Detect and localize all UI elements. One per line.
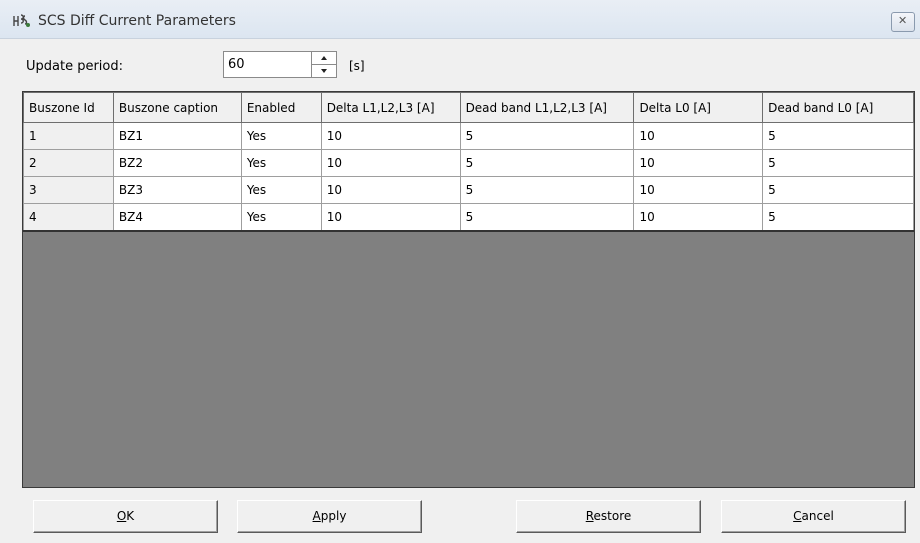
cancel-accel: C bbox=[793, 509, 802, 523]
table-cell[interactable]: 5 bbox=[459, 203, 635, 232]
update-period-spinner[interactable] bbox=[311, 51, 337, 78]
restore-accel: R bbox=[585, 509, 594, 523]
table-cell[interactable]: 10 bbox=[633, 149, 764, 177]
close-button[interactable]: ✕ bbox=[891, 12, 915, 32]
title-bar: SCS Diff Current Parameters ✕ bbox=[0, 0, 920, 39]
table-cell[interactable]: 5 bbox=[459, 149, 635, 177]
restore-button[interactable]: Restore bbox=[516, 500, 701, 533]
spin-up-arrow-icon[interactable] bbox=[312, 52, 336, 65]
table-cell[interactable]: 5 bbox=[459, 176, 635, 204]
update-period-unit: [s] bbox=[349, 59, 365, 73]
table-cell[interactable]: 5 bbox=[762, 176, 914, 204]
ok-button[interactable]: OK bbox=[33, 500, 218, 533]
table-cell[interactable]: BZ4 bbox=[112, 203, 242, 232]
column-header[interactable]: Delta L1,L2,L3 [A] bbox=[320, 92, 461, 123]
table-row[interactable]: 3 BZ3 Yes 10 5 10 5 bbox=[23, 176, 914, 204]
table-cell[interactable]: BZ3 bbox=[112, 176, 242, 204]
window-title: SCS Diff Current Parameters bbox=[38, 13, 236, 29]
table-cell[interactable]: 10 bbox=[633, 176, 764, 204]
table-header-row: Buszone Id Buszone caption Enabled Delta… bbox=[23, 92, 914, 123]
table-cell[interactable]: 5 bbox=[459, 122, 635, 150]
column-header[interactable]: Buszone Id bbox=[23, 92, 114, 123]
apply-label: pply bbox=[320, 509, 347, 523]
column-header[interactable]: Dead band L1,L2,L3 [A] bbox=[459, 92, 635, 123]
table-cell[interactable]: Yes bbox=[240, 203, 322, 232]
cancel-label: ancel bbox=[801, 509, 834, 523]
update-period-label: Update period: bbox=[26, 59, 124, 74]
column-header[interactable]: Enabled bbox=[240, 92, 322, 123]
table-cell[interactable]: BZ1 bbox=[112, 122, 242, 150]
table-cell[interactable]: 5 bbox=[762, 203, 914, 232]
table-cell[interactable]: BZ2 bbox=[112, 149, 242, 177]
column-header[interactable]: Delta L0 [A] bbox=[633, 92, 764, 123]
apply-accel: A bbox=[312, 509, 321, 523]
parameters-grid[interactable]: Buszone Id Buszone caption Enabled Delta… bbox=[22, 91, 915, 488]
table-cell[interactable]: 10 bbox=[633, 122, 764, 150]
table-cell[interactable]: 5 bbox=[762, 122, 914, 150]
table-cell[interactable]: 5 bbox=[762, 149, 914, 177]
buszone-id-cell[interactable]: 2 bbox=[23, 149, 114, 177]
table-cell[interactable]: 10 bbox=[320, 203, 461, 232]
buszone-id-cell[interactable]: 1 bbox=[23, 122, 114, 150]
table-cell[interactable]: Yes bbox=[240, 122, 322, 150]
table-cell[interactable]: Yes bbox=[240, 176, 322, 204]
restore-label: estore bbox=[593, 509, 632, 523]
table-cell[interactable]: 10 bbox=[320, 122, 461, 150]
column-header[interactable]: Buszone caption bbox=[112, 92, 242, 123]
buszone-id-cell[interactable]: 4 bbox=[23, 203, 114, 232]
table-row[interactable]: 1 BZ1 Yes 10 5 10 5 bbox=[23, 122, 914, 150]
cancel-button[interactable]: Cancel bbox=[721, 500, 906, 533]
table-row[interactable]: 2 BZ2 Yes 10 5 10 5 bbox=[23, 149, 914, 177]
close-icon: ✕ bbox=[898, 14, 908, 27]
spin-down-arrow-icon[interactable] bbox=[312, 65, 336, 77]
ok-accel: O bbox=[116, 509, 127, 523]
parameters-table: Buszone Id Buszone caption Enabled Delta… bbox=[23, 92, 914, 232]
table-cell[interactable]: 10 bbox=[633, 203, 764, 232]
table-cell[interactable]: 10 bbox=[320, 149, 461, 177]
table-cell[interactable]: 10 bbox=[320, 176, 461, 204]
update-period-input[interactable] bbox=[223, 51, 311, 78]
column-header[interactable]: Dead band L0 [A] bbox=[762, 92, 914, 123]
apply-button[interactable]: Apply bbox=[237, 500, 422, 533]
ok-label: K bbox=[126, 509, 135, 523]
app-icon bbox=[13, 14, 30, 27]
table-row[interactable]: 4 BZ4 Yes 10 5 10 5 bbox=[23, 203, 914, 232]
table-cell[interactable]: Yes bbox=[240, 149, 322, 177]
buszone-id-cell[interactable]: 3 bbox=[23, 176, 114, 204]
